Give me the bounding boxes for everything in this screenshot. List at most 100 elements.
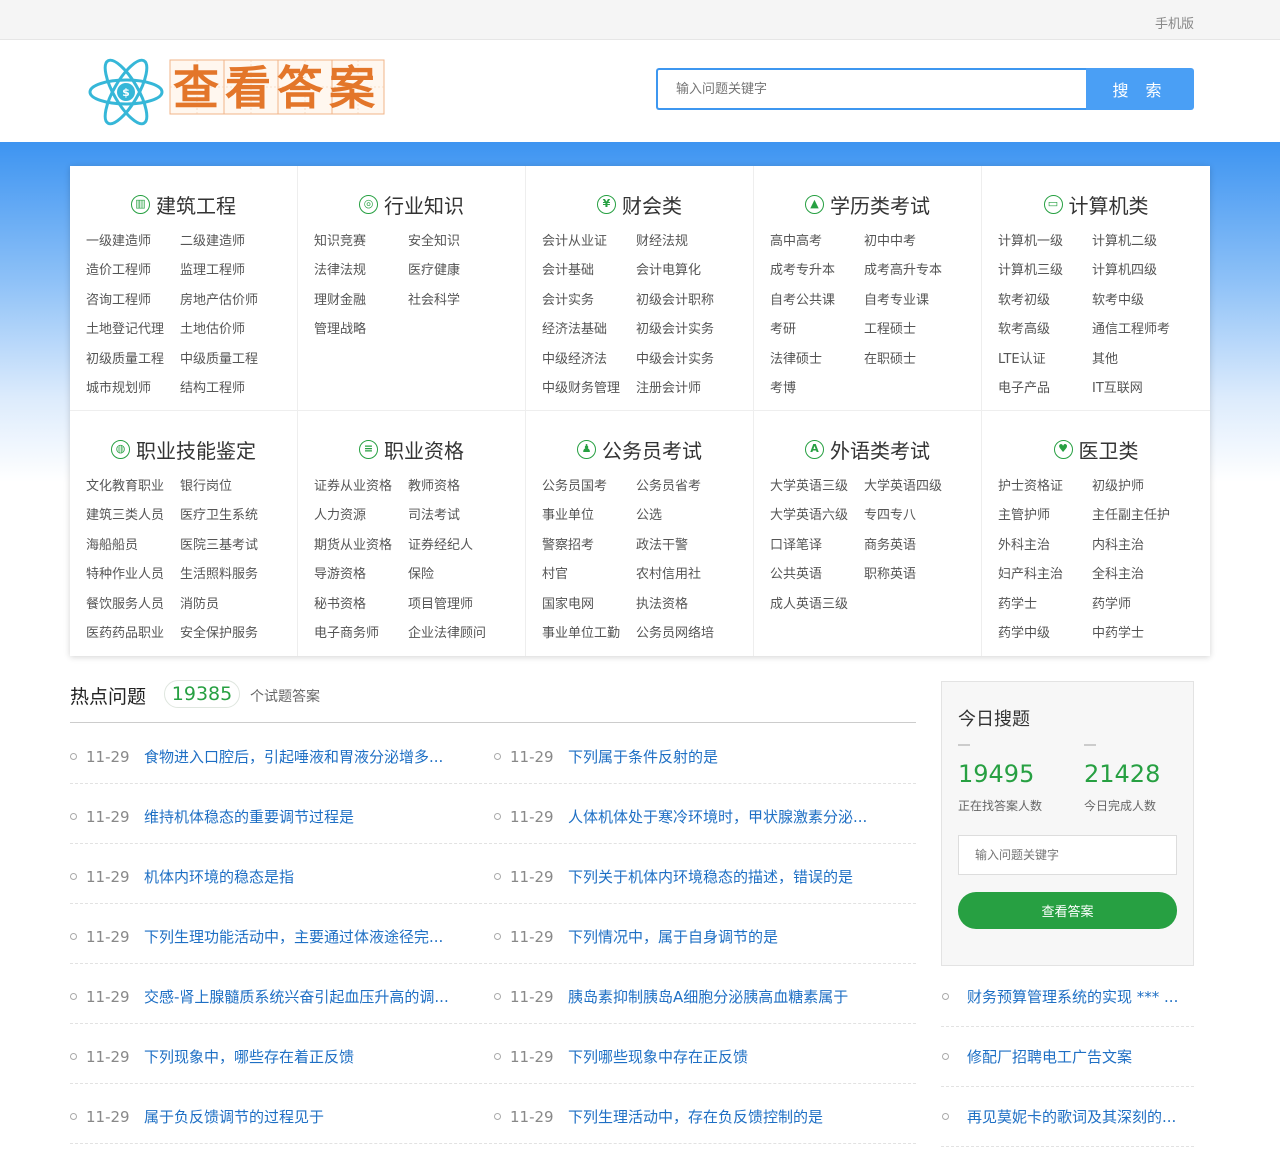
- category-link[interactable]: 成考专升本: [770, 262, 864, 280]
- question-link[interactable]: 交感-肾上腺髓质系统兴奋引起血压升高的调...: [144, 986, 469, 1007]
- category-link[interactable]: 消防员: [180, 596, 286, 614]
- category-link[interactable]: 工程硕士: [864, 321, 970, 339]
- category-link[interactable]: 初级会计实务: [636, 321, 742, 339]
- category-link[interactable]: 法律硕士: [770, 351, 864, 369]
- category-title[interactable]: ♟ 公务员考试: [526, 435, 753, 464]
- category-link[interactable]: 期货从业资格: [314, 537, 408, 555]
- category-link[interactable]: 事业单位: [542, 507, 636, 525]
- category-link[interactable]: 文化教育职业: [86, 478, 180, 496]
- question-item[interactable]: 11-29 维持机体稳态的重要调节过程是: [70, 806, 469, 827]
- category-link[interactable]: 考研: [770, 321, 864, 339]
- category-link[interactable]: 成考高升专本: [864, 262, 970, 280]
- category-link[interactable]: 保险: [408, 566, 514, 584]
- category-title[interactable]: ▲ 学历类考试: [754, 190, 981, 219]
- category-link[interactable]: 计算机四级: [1092, 262, 1198, 280]
- question-link[interactable]: 下列现象中，哪些存在着正反馈: [144, 1046, 469, 1067]
- category-link[interactable]: 监理工程师: [180, 262, 286, 280]
- question-item[interactable]: 11-29 属于负反馈调节的过程见于: [70, 1106, 469, 1127]
- category-link[interactable]: 事业单位工勤: [542, 625, 636, 643]
- category-link[interactable]: 中级经济法: [542, 351, 636, 369]
- question-item[interactable]: 11-29 下列现象中，哪些存在着正反馈: [70, 1046, 469, 1067]
- category-link[interactable]: 公务员省考: [636, 478, 742, 496]
- category-title[interactable]: ▥ 建筑工程: [70, 190, 297, 219]
- category-link[interactable]: 软考高级: [998, 321, 1092, 339]
- category-title[interactable]: A 外语类考试: [754, 435, 981, 464]
- category-link[interactable]: 管理战略: [314, 321, 408, 339]
- category-link[interactable]: 结构工程师: [180, 380, 286, 398]
- category-link[interactable]: 初中中考: [864, 233, 970, 251]
- category-link[interactable]: 医疗卫生系统: [180, 507, 286, 525]
- category-link[interactable]: 其他: [1092, 351, 1198, 369]
- category-link[interactable]: 安全保护服务: [180, 625, 286, 643]
- question-link[interactable]: 下列关于机体内环境稳态的描述，错误的是: [568, 866, 893, 887]
- view-answer-button[interactable]: 查看答案: [958, 892, 1177, 929]
- question-item[interactable]: 11-29 下列生理功能活动中，主要通过体液途径完...: [70, 926, 469, 947]
- category-link[interactable]: 理财金融: [314, 292, 408, 310]
- category-link[interactable]: 中药学士: [1092, 625, 1198, 643]
- question-item[interactable]: 11-29 交感-肾上腺髓质系统兴奋引起血压升高的调...: [70, 986, 469, 1007]
- category-link[interactable]: 村官: [542, 566, 636, 584]
- search-button[interactable]: 搜 索: [1086, 68, 1194, 110]
- category-link[interactable]: 中级质量工程: [180, 351, 286, 369]
- category-link[interactable]: 企业法律顾问: [408, 625, 514, 643]
- category-link[interactable]: 知识竞赛: [314, 233, 408, 251]
- category-link[interactable]: 在职硕士: [864, 351, 970, 369]
- category-link[interactable]: 软考中级: [1092, 292, 1198, 310]
- category-link[interactable]: 成人英语三级: [770, 596, 864, 614]
- category-link[interactable]: 妇产科主治: [998, 566, 1092, 584]
- category-link[interactable]: 银行岗位: [180, 478, 286, 496]
- category-link[interactable]: 建筑三类人员: [86, 507, 180, 525]
- category-link[interactable]: 教师资格: [408, 478, 514, 496]
- sidebar-link-item[interactable]: 修配厂招聘电工广告文案: [941, 1027, 1194, 1087]
- category-link[interactable]: 计算机三级: [998, 262, 1092, 280]
- category-link[interactable]: 主管护师: [998, 507, 1092, 525]
- question-item[interactable]: 11-29 下列哪些现象中存在正反馈: [494, 1046, 893, 1067]
- category-link[interactable]: 司法考试: [408, 507, 514, 525]
- category-link[interactable]: 计算机一级: [998, 233, 1092, 251]
- category-link[interactable]: 外科主治: [998, 537, 1092, 555]
- category-link[interactable]: 商务英语: [864, 537, 970, 555]
- sidebar-link-item[interactable]: 财务预算管理系统的实现 *** ...: [941, 967, 1194, 1027]
- category-link[interactable]: 国家电网: [542, 596, 636, 614]
- category-link[interactable]: 软考初级: [998, 292, 1092, 310]
- category-link[interactable]: 项目管理师: [408, 596, 514, 614]
- category-link[interactable]: 海船船员: [86, 537, 180, 555]
- category-link[interactable]: 秘书资格: [314, 596, 408, 614]
- question-item[interactable]: 11-29 下列属于条件反射的是: [494, 746, 893, 767]
- category-link[interactable]: 特种作业人员: [86, 566, 180, 584]
- category-link[interactable]: 公务员国考: [542, 478, 636, 496]
- category-link[interactable]: 药学师: [1092, 596, 1198, 614]
- category-link[interactable]: 政法干警: [636, 537, 742, 555]
- category-link[interactable]: 人力资源: [314, 507, 408, 525]
- category-link[interactable]: 初级质量工程: [86, 351, 180, 369]
- question-item[interactable]: 11-29 下列关于机体内环境稳态的描述，错误的是: [494, 866, 893, 887]
- category-link[interactable]: 全科主治: [1092, 566, 1198, 584]
- category-link[interactable]: 一级建造师: [86, 233, 180, 251]
- category-link[interactable]: 经济法基础: [542, 321, 636, 339]
- category-link[interactable]: 财经法规: [636, 233, 742, 251]
- category-link[interactable]: 考博: [770, 380, 864, 398]
- category-link[interactable]: 法律法规: [314, 262, 408, 280]
- search-input[interactable]: [656, 68, 1086, 110]
- sidebar-link-item[interactable]: 再见莫妮卡的歌词及其深刻的...: [941, 1087, 1194, 1147]
- category-link[interactable]: 会计实务: [542, 292, 636, 310]
- question-link[interactable]: 下列情况中，属于自身调节的是: [568, 926, 893, 947]
- category-link[interactable]: 口译笔译: [770, 537, 864, 555]
- category-link[interactable]: 护士资格证: [998, 478, 1092, 496]
- category-title[interactable]: ¥ 财会类: [526, 190, 753, 219]
- category-link[interactable]: 医院三基考试: [180, 537, 286, 555]
- category-link[interactable]: 医疗健康: [408, 262, 514, 280]
- question-item[interactable]: 11-29 下列生理活动中，存在负反馈控制的是: [494, 1106, 893, 1127]
- question-link[interactable]: 维持机体稳态的重要调节过程是: [144, 806, 469, 827]
- category-link[interactable]: 会计电算化: [636, 262, 742, 280]
- category-link[interactable]: 注册会计师: [636, 380, 742, 398]
- question-link[interactable]: 属于负反馈调节的过程见于: [144, 1106, 469, 1127]
- category-link[interactable]: 初级护师: [1092, 478, 1198, 496]
- category-link[interactable]: 中级财务管理: [542, 380, 636, 398]
- category-link[interactable]: 导游资格: [314, 566, 408, 584]
- category-link[interactable]: 主任副主任护: [1092, 507, 1198, 525]
- category-link[interactable]: 自考公共课: [770, 292, 864, 310]
- category-link[interactable]: 执法资格: [636, 596, 742, 614]
- category-link[interactable]: 证券从业资格: [314, 478, 408, 496]
- category-link[interactable]: 咨询工程师: [86, 292, 180, 310]
